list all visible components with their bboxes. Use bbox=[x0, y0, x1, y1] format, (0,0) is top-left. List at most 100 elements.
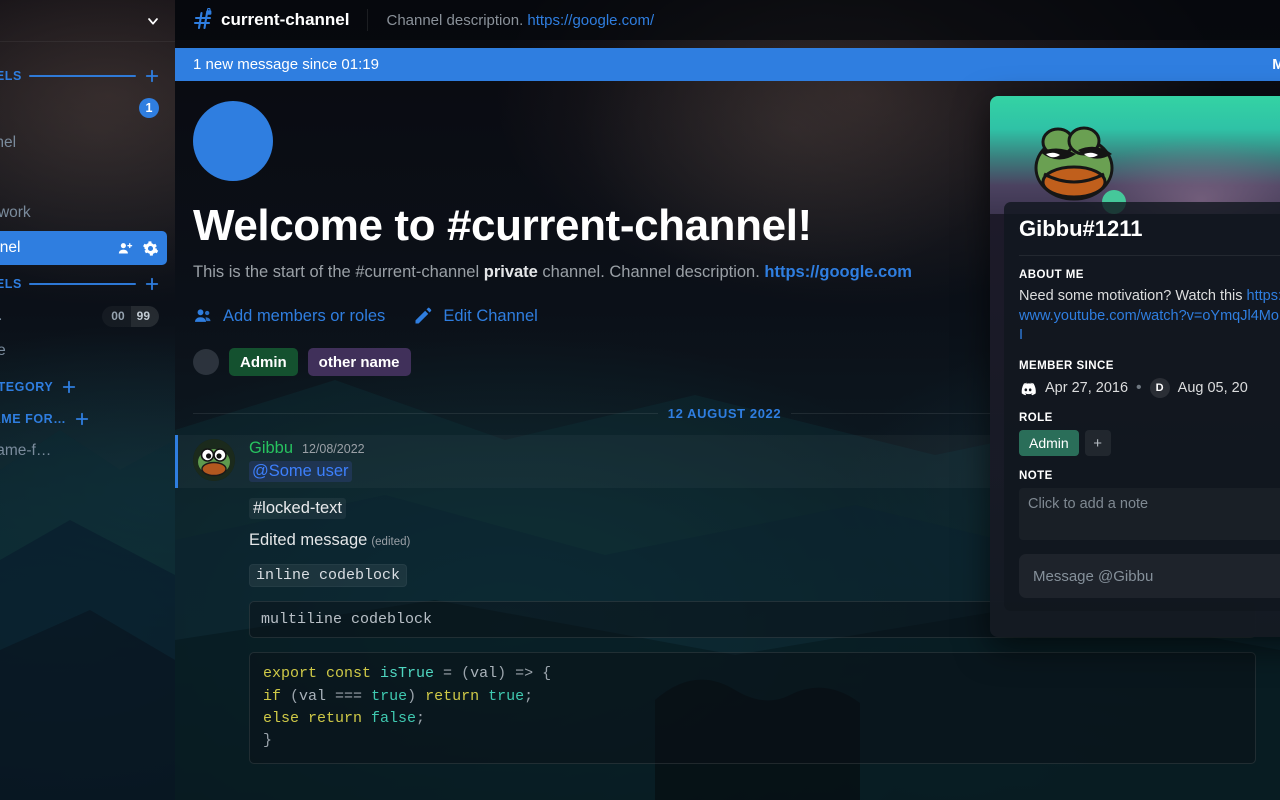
code-token: const bbox=[326, 665, 381, 683]
gear-icon[interactable] bbox=[142, 240, 159, 257]
category-header-collapsed[interactable]: SED CATEGORY bbox=[0, 369, 175, 401]
channel-topbar: current-channel Channel description. htt… bbox=[175, 0, 1280, 40]
discord-app-window: est CHANNELS d 1 bbox=[0, 0, 1280, 800]
edit-channel-label: Edit Channel bbox=[443, 306, 538, 325]
code-token: return bbox=[308, 709, 372, 727]
channel-name: d bbox=[0, 99, 133, 117]
message-author[interactable]: Gibbu bbox=[249, 439, 293, 458]
pencil-icon bbox=[413, 306, 433, 326]
category-rule bbox=[28, 283, 136, 285]
voice-user-limit: 00 99 bbox=[102, 305, 159, 327]
channel-name: d-channel bbox=[0, 134, 17, 151]
code-token: === bbox=[335, 687, 372, 705]
new-messages-bar[interactable]: 1 new message since 01:19 Mar bbox=[175, 48, 1280, 81]
category-label: CHANNELS bbox=[0, 277, 22, 291]
channel-name: ed voice bbox=[0, 342, 159, 360]
profile-details-card: Gibbu#1211 ABOUT ME Need some motivation… bbox=[1004, 202, 1280, 612]
voice-max-count: 99 bbox=[130, 305, 159, 327]
avatar[interactable] bbox=[193, 439, 235, 482]
profile-username: Gibbu#1211 bbox=[1019, 216, 1143, 241]
profile-role-admin[interactable]: Admin bbox=[1019, 430, 1079, 457]
note-title: NOTE bbox=[1019, 470, 1053, 483]
sidebar-channel[interactable]: afe-for-work bbox=[0, 196, 167, 230]
user-mention[interactable]: @Some user bbox=[249, 461, 352, 483]
sidebar-channel-unread[interactable]: d 1 bbox=[0, 91, 167, 125]
category-header[interactable]: CHANNELS bbox=[0, 58, 175, 90]
server-header[interactable]: est bbox=[0, 0, 175, 42]
add-members-label: Add members or roles bbox=[223, 306, 386, 325]
channel-mention[interactable]: #locked-text bbox=[249, 498, 346, 520]
member-since-title: MEMBER SINCE bbox=[1019, 360, 1114, 373]
avatar bbox=[193, 349, 219, 376]
add-member-icon[interactable] bbox=[117, 240, 134, 257]
note-input[interactable]: Click to add a note bbox=[1019, 488, 1280, 540]
user-profile-popout: Gibbu#1211 ABOUT ME Need some motivation… bbox=[990, 96, 1280, 638]
create-channel-plus-icon[interactable] bbox=[143, 275, 161, 293]
code-token: return bbox=[425, 687, 489, 705]
channel-name: d-text bbox=[0, 169, 159, 187]
pepe-avatar-icon bbox=[193, 439, 235, 482]
sidebar-voice-channel-limited[interactable]: limit v… 00 99 bbox=[0, 299, 167, 333]
about-me-title: ABOUT ME bbox=[1019, 269, 1084, 281]
welcome-sub-bold: private bbox=[483, 263, 538, 282]
mark-as-read-button[interactable]: Mar bbox=[1272, 57, 1280, 73]
role-pill-admin[interactable]: Admin bbox=[229, 348, 298, 377]
member-since-row: Apr 27, 2016 • D Aug 05, 20 bbox=[1019, 378, 1280, 399]
sidebar-channel[interactable]: d-text bbox=[0, 161, 167, 195]
about-me-text: Need some motivation? Watch this https:/… bbox=[1019, 287, 1280, 346]
category-header[interactable]: CHANNELS bbox=[0, 266, 175, 298]
divider-line-left bbox=[193, 413, 658, 415]
channel-description: Channel description. https://google.com/ bbox=[386, 12, 654, 29]
role-pill-other[interactable]: other name bbox=[307, 348, 411, 377]
edit-channel-button[interactable]: Edit Channel bbox=[413, 306, 538, 326]
inline-code-block: inline codeblock bbox=[249, 564, 408, 588]
channel-actions bbox=[117, 240, 159, 257]
server-badge: D bbox=[1149, 378, 1170, 399]
message-text: Edited message bbox=[249, 531, 368, 550]
unread-badge: 1 bbox=[139, 98, 159, 118]
channel-description-text: Channel description. bbox=[386, 11, 524, 29]
welcome-sub-mid: channel. Channel description. bbox=[537, 263, 765, 282]
server-member-since-date: Aug 05, 20 bbox=[1177, 380, 1248, 397]
profile-role-label: Admin bbox=[1029, 435, 1069, 452]
add-members-or-roles-button[interactable]: Add members or roles bbox=[193, 306, 385, 326]
code-token: true bbox=[371, 687, 408, 705]
topbar-divider bbox=[367, 9, 369, 31]
role-section: ROLE Admin + bbox=[1019, 412, 1280, 457]
code-token: true bbox=[488, 687, 525, 705]
channel-sidebar: est CHANNELS d 1 bbox=[0, 0, 175, 800]
code-token: } bbox=[263, 732, 273, 750]
code-token: ( bbox=[461, 665, 471, 683]
sidebar-channel-active[interactable]: nt-channel bbox=[0, 231, 167, 265]
chevron-down-icon[interactable] bbox=[145, 13, 161, 29]
separator-bullet: • bbox=[1136, 379, 1142, 397]
role-pill-label: Admin bbox=[240, 353, 287, 371]
create-channel-plus-icon[interactable] bbox=[143, 67, 161, 85]
add-role-button[interactable]: + bbox=[1084, 430, 1111, 457]
welcome-sub-prefix: This is the start of the #current-channe… bbox=[193, 263, 484, 282]
channel-name: nt-channel bbox=[0, 239, 21, 256]
sidebar-channel[interactable]: d-channel bbox=[0, 126, 167, 160]
syntax-highlighted-code-block: export const isTrue = (val) => { if (val… bbox=[249, 652, 1256, 764]
sidebar-voice-channel[interactable]: ed voice bbox=[0, 334, 167, 368]
note-section: NOTE Click to add a note bbox=[1019, 470, 1280, 540]
profile-divider bbox=[1019, 255, 1280, 256]
message-user-input[interactable]: Message @Gibbu bbox=[1019, 554, 1280, 599]
role-title: ROLE bbox=[1019, 412, 1053, 425]
channel-name: afe-for-work bbox=[0, 204, 31, 221]
people-icon bbox=[193, 306, 213, 326]
role-pill-label: other name bbox=[318, 353, 400, 371]
message-timestamp: 12/08/2022 bbox=[302, 442, 365, 457]
create-channel-plus-icon[interactable] bbox=[60, 378, 78, 396]
channel-description-link[interactable]: https://google.com/ bbox=[527, 12, 654, 29]
code-token: val bbox=[470, 665, 498, 683]
sidebar-channel-long-name[interactable]: -long-name-f… bbox=[0, 434, 167, 468]
channel-name: limit v… bbox=[0, 307, 96, 325]
category-rule bbox=[28, 75, 136, 77]
code-token: export bbox=[263, 665, 327, 683]
channel-name: -long-name-f… bbox=[0, 442, 52, 459]
category-label: ONG NAME FOR… bbox=[0, 412, 67, 426]
category-header-long-name[interactable]: ONG NAME FOR… bbox=[0, 401, 175, 433]
welcome-sub-link[interactable]: https://google.com bbox=[764, 263, 912, 281]
create-channel-plus-icon[interactable] bbox=[73, 410, 91, 428]
